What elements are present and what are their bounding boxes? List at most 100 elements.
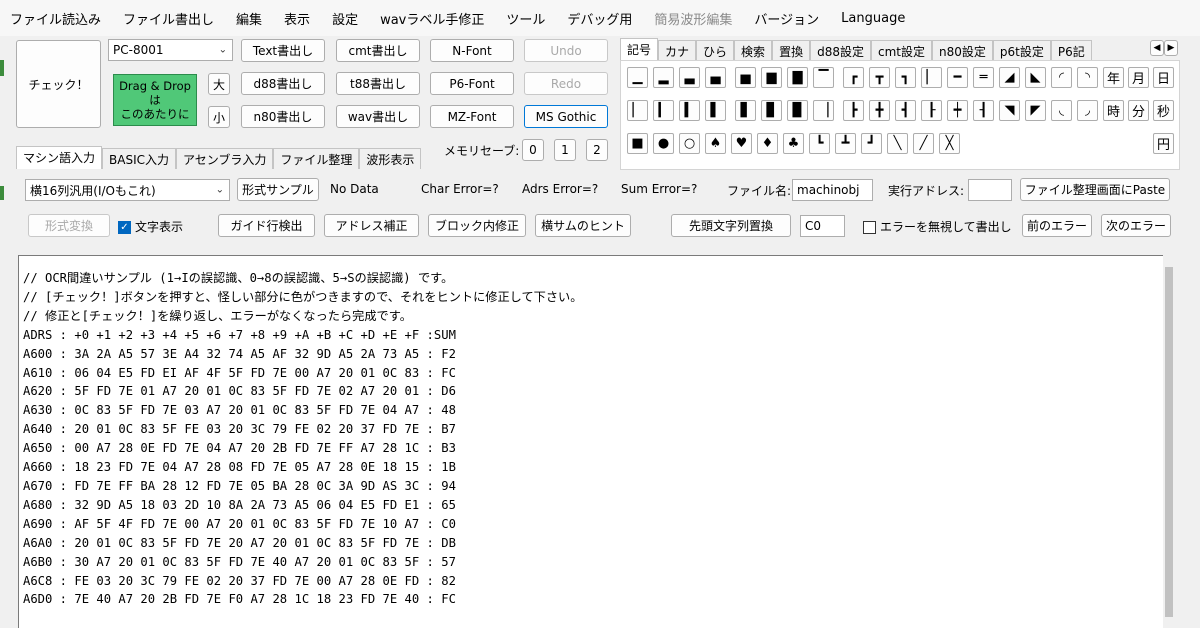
date-symbol-button[interactable]: 日 — [1153, 67, 1174, 88]
symbol-button[interactable]: ┣ — [843, 100, 864, 121]
input-tab[interactable]: 波形表示 — [359, 148, 422, 169]
scrollbar-thumb[interactable] — [1165, 267, 1173, 617]
date-symbol-button[interactable]: 分 — [1128, 100, 1149, 121]
symbol-tab[interactable]: p6t設定 — [992, 40, 1051, 61]
menu-item[interactable]: 編集 — [236, 9, 262, 28]
symbol-button[interactable]: ▃ — [679, 67, 700, 88]
symbol-button[interactable]: ◜ — [1051, 67, 1072, 88]
symbol-button[interactable]: ▊ — [761, 100, 782, 121]
input-tab[interactable]: ファイル整理 — [273, 148, 360, 169]
symbol-button[interactable]: ▂ — [653, 67, 674, 88]
symbol-button[interactable]: ◣ — [1025, 67, 1046, 88]
symbol-button[interactable]: ▕ — [813, 100, 834, 121]
drag-drop-area[interactable]: Drag & Drop は このあたりに — [113, 74, 197, 126]
symbol-button[interactable]: ◥ — [999, 100, 1020, 121]
symbol-tab[interactable]: 置換 — [772, 40, 811, 61]
prefix-input[interactable]: C0 — [800, 215, 845, 237]
symbol-button[interactable]: ◝ — [1077, 67, 1098, 88]
tab-scroll-right-button[interactable]: ▶ — [1164, 40, 1178, 56]
check-button[interactable]: チェック！ — [16, 40, 101, 128]
menu-item[interactable]: Language — [841, 11, 905, 26]
symbol-button[interactable]: ┿ — [947, 100, 968, 121]
symbol-button[interactable]: ┏ — [843, 67, 864, 88]
menu-item[interactable]: 簡易波形編集 — [654, 9, 732, 28]
symbol-button[interactable]: ▅ — [735, 67, 756, 88]
menu-item[interactable]: 設定 — [332, 9, 358, 28]
n80-export-button[interactable]: n80書出し — [241, 105, 325, 128]
symbol-button[interactable]: ━ — [947, 67, 968, 88]
menu-item[interactable]: ファイル書出し — [123, 9, 214, 28]
prefix-replace-button[interactable]: 先頭文字列置換 — [671, 214, 791, 237]
symbol-tab[interactable]: P6記 — [1050, 40, 1092, 61]
font-size-large-button[interactable]: 大 — [208, 73, 230, 95]
memory-slot-0-button[interactable]: 0 — [522, 139, 544, 161]
symbol-button[interactable]: ♣ — [783, 133, 804, 154]
symbol-button[interactable]: ♠ — [705, 133, 726, 154]
symbol-tab[interactable]: カナ — [658, 40, 697, 61]
editor-scrollbar[interactable] — [1163, 255, 1175, 628]
menu-item[interactable]: ファイル読込み — [10, 9, 101, 28]
date-symbol-button[interactable]: 円 — [1153, 133, 1174, 154]
menu-item[interactable]: バージョン — [754, 9, 819, 28]
symbol-tab[interactable]: ひら — [696, 40, 735, 61]
symbol-button[interactable]: ┠ — [921, 100, 942, 121]
machine-select[interactable]: PC-8001 ⌄ — [108, 39, 233, 61]
menu-item[interactable]: ツール — [506, 9, 545, 28]
symbol-button[interactable]: ╲ — [887, 133, 908, 154]
date-symbol-button[interactable]: 年 — [1103, 67, 1124, 88]
menu-item[interactable]: 表示 — [284, 9, 310, 28]
symbol-button[interactable]: ▏ — [921, 67, 942, 88]
symbol-button[interactable]: ▋ — [735, 100, 756, 121]
symbol-button[interactable]: ▇ — [787, 67, 808, 88]
ignore-errors-checkbox[interactable] — [863, 221, 876, 234]
tab-scroll-left-button[interactable]: ◀ — [1150, 40, 1164, 56]
memory-slot-2-button[interactable]: 2 — [586, 139, 608, 161]
symbol-button[interactable]: ◤ — [1025, 100, 1046, 121]
input-tab[interactable]: アセンブラ入力 — [176, 148, 274, 169]
symbol-button[interactable]: ▔ — [813, 67, 834, 88]
wav-export-button[interactable]: wav書出し — [336, 105, 420, 128]
symbol-button[interactable]: ┛ — [861, 133, 882, 154]
symbol-button[interactable]: ▏ — [627, 100, 648, 121]
symbol-button[interactable]: ┗ — [809, 133, 830, 154]
symbol-button[interactable]: ┳ — [869, 67, 890, 88]
menu-item[interactable]: デバッグ用 — [567, 9, 632, 28]
sum-hint-button[interactable]: 横サムのヒント — [535, 214, 631, 237]
address-fix-button[interactable]: アドレス補正 — [324, 214, 419, 237]
symbol-button[interactable]: ╳ — [939, 133, 960, 154]
code-editor[interactable]: // OCR間違いサンプル (1→Iの誤認識、0→8の誤認識、5→Sの誤認識) … — [18, 255, 1175, 628]
symbol-tab[interactable]: 記号 — [620, 38, 659, 61]
symbol-button[interactable]: ┓ — [895, 67, 916, 88]
mz-font-button[interactable]: MZ-Font — [430, 105, 514, 128]
font-size-small-button[interactable]: 小 — [208, 106, 230, 128]
p6-font-button[interactable]: P6-Font — [430, 72, 514, 95]
symbol-button[interactable]: ┫ — [895, 100, 916, 121]
memory-slot-1-button[interactable]: 1 — [554, 139, 576, 161]
symbol-button[interactable]: ╋ — [869, 100, 890, 121]
date-symbol-button[interactable]: 月 — [1128, 67, 1149, 88]
symbol-button[interactable]: ▆ — [761, 67, 782, 88]
next-error-button[interactable]: 次のエラー — [1101, 214, 1171, 237]
ms-gothic-button[interactable]: MS Gothic — [524, 105, 608, 128]
prev-error-button[interactable]: 前のエラー — [1022, 214, 1092, 237]
format-convert-button[interactable]: 形式変換 — [28, 214, 110, 237]
undo-button[interactable]: Undo — [524, 39, 608, 62]
input-tab[interactable]: マシン語入力 — [16, 146, 103, 169]
ignore-errors-toggle[interactable]: エラーを無視して書出し — [863, 218, 1012, 235]
symbol-button[interactable]: ┨ — [973, 100, 994, 121]
symbol-button[interactable]: ◟ — [1051, 100, 1072, 121]
block-fix-button[interactable]: ブロック内修正 — [428, 214, 526, 237]
symbol-button[interactable]: ╱ — [913, 133, 934, 154]
exec-address-input[interactable] — [968, 179, 1012, 201]
text-export-button[interactable]: Text書出し — [241, 39, 325, 62]
format-select[interactable]: 横16列汎用(I/Oもこれ) ⌄ — [25, 179, 230, 201]
symbol-button[interactable]: ● — [653, 133, 674, 154]
symbol-button[interactable]: ▁ — [627, 67, 648, 88]
redo-button[interactable]: Redo — [524, 72, 608, 95]
symbol-button[interactable]: ┻ — [835, 133, 856, 154]
symbol-button[interactable]: ▍ — [679, 100, 700, 121]
date-symbol-button[interactable]: 秒 — [1153, 100, 1174, 121]
symbol-button[interactable]: ♦ — [757, 133, 778, 154]
t88-export-button[interactable]: t88書出し — [336, 72, 420, 95]
format-sample-button[interactable]: 形式サンプル — [237, 178, 319, 201]
